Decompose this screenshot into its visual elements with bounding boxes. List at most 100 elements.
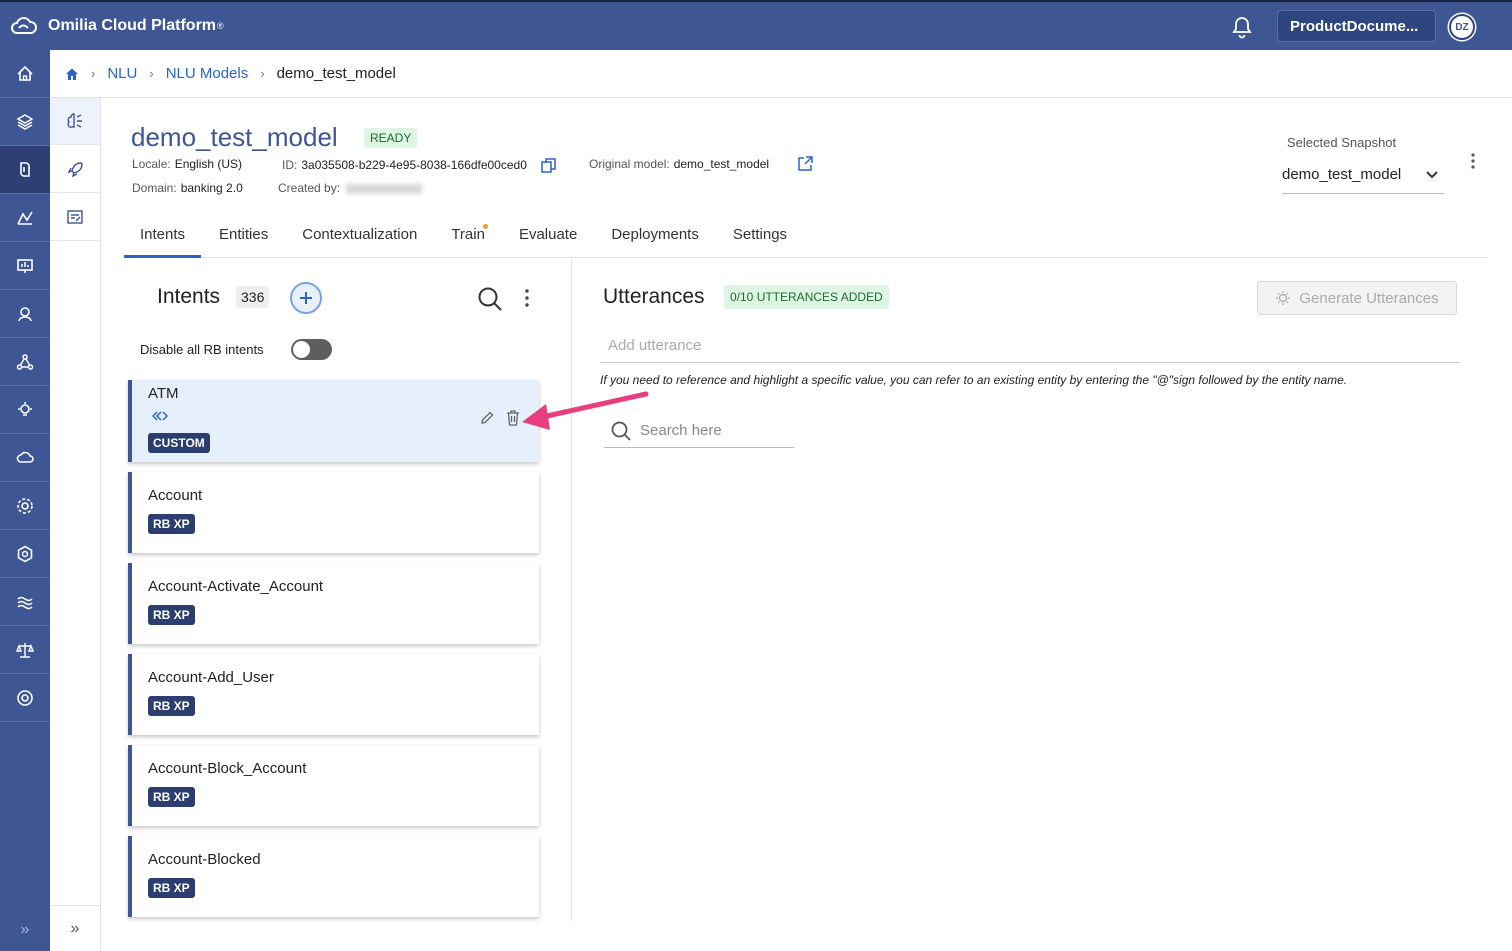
- tab-entities[interactable]: Entities: [203, 216, 284, 258]
- breadcrumb-separator: ›: [149, 66, 154, 81]
- generate-utterances-label: Generate Utterances: [1299, 289, 1439, 307]
- redacted-user: [346, 183, 423, 194]
- bell-icon[interactable]: [1231, 15, 1253, 44]
- generate-utterances-button[interactable]: Generate Utterances: [1257, 281, 1457, 315]
- nav-analytics[interactable]: [0, 194, 50, 242]
- home-icon: [17, 65, 33, 81]
- intent-badge: RB XP: [148, 605, 195, 625]
- nav-reports[interactable]: [0, 242, 50, 290]
- model-title: demo_test_model: [131, 122, 338, 152]
- nav-settings[interactable]: [0, 482, 50, 530]
- locale-value: English (US): [174, 157, 243, 171]
- nav-network[interactable]: [0, 338, 50, 386]
- intent-badge: RB XP: [148, 514, 195, 534]
- sub-sidebar: »: [50, 97, 101, 951]
- snapshot-select[interactable]: demo_test_model: [1282, 156, 1444, 194]
- plus-icon: [300, 292, 312, 304]
- intent-card[interactable]: Account-Activate_Account RB XP: [128, 563, 539, 644]
- id-label: ID:: [282, 158, 298, 172]
- add-utterance-input[interactable]: Add utterance: [600, 337, 1460, 363]
- nav-layers[interactable]: [0, 98, 50, 146]
- avatar[interactable]: DZ: [1449, 14, 1475, 40]
- disable-rb-toggle[interactable]: [291, 339, 332, 360]
- more-options-icon[interactable]: [1466, 152, 1480, 175]
- nav-integrations[interactable]: [0, 530, 50, 578]
- tab-evaluate[interactable]: Evaluate: [503, 216, 593, 258]
- lightbulb-icon: [1276, 291, 1291, 305]
- tab-intents[interactable]: Intents: [124, 216, 202, 258]
- domain-value: banking 2.0: [180, 181, 243, 195]
- notification-dot: [482, 224, 488, 229]
- intent-card[interactable]: Account RB XP: [128, 472, 539, 553]
- external-link-icon[interactable]: [798, 156, 813, 176]
- cloud-logo-icon: [11, 17, 37, 34]
- nav-home[interactable]: [0, 50, 50, 98]
- copy-icon[interactable]: [541, 158, 556, 178]
- search-icon: [611, 421, 631, 441]
- tab-train[interactable]: Train: [435, 216, 501, 258]
- status-badge: READY: [364, 128, 418, 148]
- nav-support[interactable]: [0, 674, 50, 722]
- tab-contextualization[interactable]: Contextualization: [286, 216, 433, 258]
- nav-speech[interactable]: [0, 578, 50, 626]
- original-model-meta: Original model: demo_test_model: [589, 157, 769, 171]
- top-bar: Omilia Cloud Platform ® ProductDocume... …: [0, 0, 1512, 50]
- intent-badge: RB XP: [148, 696, 195, 716]
- breadcrumb-nlu[interactable]: NLU: [107, 65, 137, 82]
- breadcrumb-separator: ›: [91, 66, 96, 81]
- subnav-reports[interactable]: [50, 193, 100, 241]
- subnav-deploy[interactable]: [50, 145, 100, 193]
- locale-meta: Locale: English (US): [132, 157, 242, 171]
- add-intent-button[interactable]: [290, 282, 322, 314]
- breadcrumb-nlu-models[interactable]: NLU Models: [166, 65, 249, 82]
- original-value: demo_test_model: [673, 157, 770, 171]
- intent-card[interactable]: Account-Blocked RB XP: [128, 836, 539, 917]
- main-sidebar: »: [0, 50, 50, 951]
- intent-card[interactable]: Account-Block_Account RB XP: [128, 745, 539, 826]
- brand[interactable]: Omilia Cloud Platform ®: [10, 16, 224, 36]
- utterance-hint: If you need to reference and highlight a…: [600, 373, 1348, 387]
- toggle-knob: [293, 341, 310, 358]
- intent-badge: RB XP: [148, 787, 195, 807]
- utterances-count-badge: 0/10 UTTERANCES ADDED: [724, 285, 889, 309]
- network-icon: [16, 353, 34, 370]
- panel-divider: [571, 259, 572, 921]
- lightbulb-icon: [18, 401, 32, 416]
- tab-deployments[interactable]: Deployments: [595, 216, 715, 258]
- organization-button[interactable]: ProductDocume...: [1277, 10, 1436, 42]
- tab-train-label: Train: [451, 226, 485, 243]
- edit-icon[interactable]: [480, 411, 494, 430]
- intents-count: 336: [236, 286, 270, 308]
- tab-settings[interactable]: Settings: [717, 216, 803, 258]
- intent-name: Account-Add_User: [148, 669, 274, 686]
- utterances-title: Utterances: [603, 285, 705, 308]
- nav-compliance[interactable]: [0, 626, 50, 674]
- app-title: Omilia Cloud Platform: [48, 17, 217, 34]
- layers-icon: [16, 113, 34, 130]
- nav-cloud[interactable]: [0, 434, 50, 482]
- intent-name: Account-Activate_Account: [148, 578, 324, 595]
- id-meta: ID: 3a035508-b229-4e95-8038-166dfe00ced0: [282, 158, 527, 172]
- trademark: ®: [217, 21, 224, 31]
- locale-label: Locale:: [132, 157, 171, 171]
- home-icon[interactable]: [65, 67, 79, 81]
- expand-subnav-icon[interactable]: »: [50, 905, 100, 951]
- utterance-search-input[interactable]: Search here: [604, 414, 794, 448]
- subnav-models[interactable]: [50, 97, 100, 145]
- original-label: Original model:: [589, 157, 670, 171]
- presentation-icon: [17, 258, 33, 273]
- lifebuoy-icon: [17, 689, 33, 706]
- intent-card[interactable]: ATM CUSTOM: [128, 380, 539, 462]
- intent-name: Account: [148, 487, 203, 504]
- intents-more-icon[interactable]: [520, 288, 534, 313]
- breadcrumb-current: demo_test_model: [276, 65, 396, 82]
- nav-insights[interactable]: [0, 386, 50, 434]
- snapshot-label: Selected Snapshot: [1287, 135, 1397, 150]
- intent-card[interactable]: Account-Add_User RB XP: [128, 654, 539, 735]
- search-icon[interactable]: [477, 286, 503, 317]
- nav-agents[interactable]: [0, 290, 50, 338]
- created-by-meta: Created by:: [278, 181, 423, 195]
- expand-sidebar-icon[interactable]: »: [0, 921, 50, 939]
- rocket-icon: [67, 161, 83, 177]
- nav-nlu[interactable]: [0, 146, 50, 194]
